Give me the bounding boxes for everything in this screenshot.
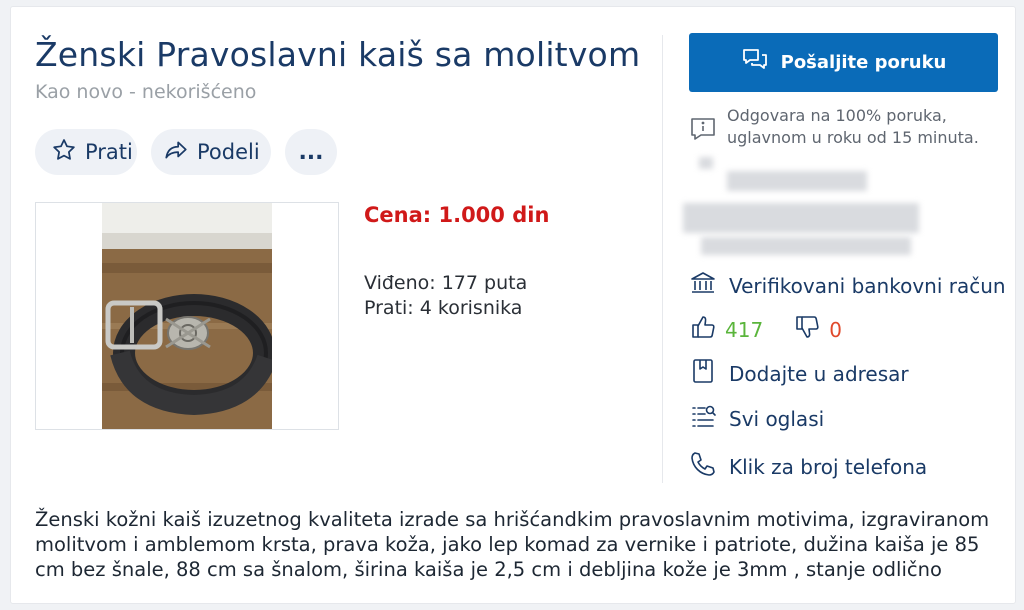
send-message-button[interactable]: Pošaljite poruku bbox=[689, 33, 998, 92]
chat-icon bbox=[741, 46, 769, 79]
follow-label: Prati bbox=[85, 140, 133, 164]
bank-icon bbox=[689, 269, 717, 302]
star-icon bbox=[51, 137, 77, 168]
listing-title: Ženski Pravoslavni kaiš sa molitvom bbox=[35, 35, 641, 74]
listing-stats: Viđeno: 177 puta Prati: 4 korisnika bbox=[364, 271, 527, 321]
verified-bank-label: Verifikovani bankovni račun bbox=[729, 273, 1006, 298]
follower-count: Prati: 4 korisnika bbox=[364, 297, 523, 319]
add-to-contacts-link[interactable]: Dodajte u adresar bbox=[689, 357, 909, 390]
add-to-contacts-label: Dodajte u adresar bbox=[729, 361, 909, 386]
phone-label: Klik za broj telefona bbox=[729, 454, 928, 479]
follow-button[interactable]: Prati bbox=[35, 129, 137, 175]
listing-condition: Kao novo - nekorišćeno bbox=[35, 81, 257, 103]
positive-rating-count: 417 bbox=[725, 317, 764, 342]
info-chat-icon bbox=[689, 105, 717, 149]
share-icon bbox=[163, 137, 189, 168]
price: Cena: 1.000 din bbox=[364, 203, 550, 227]
listing-card: Ženski Pravoslavni kaiš sa molitvom Kao … bbox=[10, 6, 1016, 604]
thumbs-up-icon bbox=[689, 313, 717, 346]
bookmark-icon bbox=[689, 357, 717, 390]
seller-rating[interactable]: 417 0 bbox=[689, 313, 842, 346]
share-label: Podeli bbox=[197, 140, 260, 164]
all-ads-label: Svi oglasi bbox=[729, 406, 825, 431]
verified-bank-account: Verifikovani bankovni račun bbox=[689, 269, 1006, 302]
response-rate-info: Odgovara na 100% poruka, uglavnom u roku… bbox=[689, 105, 999, 149]
all-ads-link[interactable]: Svi oglasi bbox=[689, 402, 824, 435]
phone-icon bbox=[689, 450, 717, 483]
column-divider bbox=[662, 35, 663, 483]
more-options-button[interactable]: ... bbox=[285, 129, 337, 175]
response-rate-text: Odgovara na 100% poruka, uglavnom u roku… bbox=[727, 106, 979, 147]
negative-rating-count: 0 bbox=[829, 317, 842, 342]
list-icon bbox=[689, 402, 717, 435]
product-image[interactable] bbox=[102, 203, 272, 429]
send-message-label: Pošaljite poruku bbox=[780, 52, 947, 73]
view-count: Viđeno: 177 puta bbox=[364, 272, 528, 294]
listing-description: Ženski kožni kaiš izuzetnog kvaliteta iz… bbox=[35, 508, 990, 581]
more-label: ... bbox=[298, 139, 324, 165]
product-image-frame[interactable] bbox=[35, 202, 339, 430]
phone-link[interactable]: Klik za broj telefona bbox=[689, 450, 927, 483]
share-button[interactable]: Podeli bbox=[151, 129, 271, 175]
thumbs-down-icon bbox=[793, 313, 821, 346]
